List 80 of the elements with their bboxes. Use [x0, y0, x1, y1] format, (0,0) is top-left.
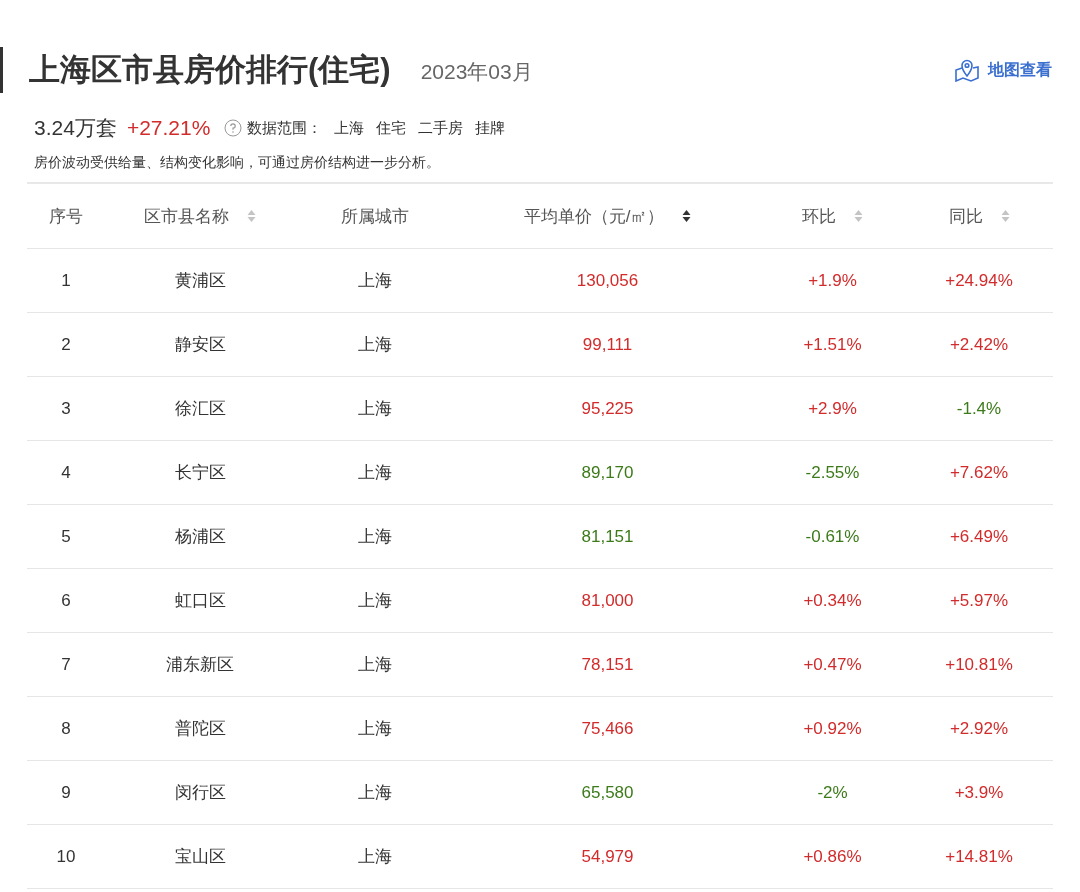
price-cell: 89,170 [581, 462, 634, 483]
help-icon[interactable] [224, 119, 243, 137]
city-cell-text: 上海 [358, 782, 392, 804]
mom-cell: -2% [817, 782, 848, 803]
sort-icon[interactable] [682, 209, 692, 223]
mom-cell: -2.55% [805, 462, 860, 483]
rank-cell: 3 [61, 398, 71, 419]
yoy-cell: +2.42% [949, 334, 1009, 355]
column-header: 序号 [49, 205, 83, 228]
scope-label: 数据范围： [247, 118, 323, 138]
district-cell-text: 宝山区 [174, 846, 226, 868]
city-cell-text: 上海 [358, 462, 392, 484]
district-cell-text: 长宁区 [174, 462, 226, 484]
city-cell-text: 上海 [358, 398, 392, 420]
city-cell-text: 上海 [358, 526, 392, 548]
price-cell: 130,056 [576, 270, 639, 291]
mom-cell: +0.34% [803, 590, 862, 611]
mom-cell: +2.9% [808, 398, 857, 419]
district-cell-text: 杨浦区 [174, 526, 226, 548]
rank-cell: 4 [61, 462, 71, 483]
district-cell-text: 虹口区 [174, 590, 226, 612]
yoy-cell: +5.97% [949, 590, 1009, 611]
city-cell-text: 上海 [358, 846, 392, 868]
mom-cell: -0.61% [805, 526, 860, 547]
column-header[interactable]: 平均单价（元/㎡） [523, 204, 692, 228]
mom-cell: +1.51% [803, 334, 862, 355]
yoy-cell: +10.81% [945, 654, 1013, 675]
listing-count: 3.24万套 [34, 115, 117, 141]
rank-cell: 2 [61, 334, 71, 355]
column-header: 所属城市 [341, 205, 409, 228]
scope-tag: 上海 [334, 118, 365, 138]
mom-cell: +0.47% [803, 654, 862, 675]
price-cell: 99,111 [582, 334, 633, 355]
city-cell-text: 上海 [358, 590, 392, 612]
yoy-cell: +24.94% [945, 270, 1013, 291]
price-cell: 81,151 [581, 526, 634, 547]
column-header[interactable]: 区市县名称 [144, 204, 256, 228]
yoy-cell: +6.49% [949, 526, 1009, 547]
rank-cell: 5 [61, 526, 71, 547]
price-cell: 81,000 [581, 590, 634, 611]
rank-cell: 7 [61, 654, 71, 675]
scope-tag: 挂牌 [475, 118, 506, 138]
yoy-cell: +14.81% [945, 846, 1013, 867]
price-cell: 65,580 [581, 782, 634, 803]
district-cell-text: 徐汇区 [174, 398, 226, 420]
city-cell-text: 上海 [358, 718, 392, 740]
yoy-cell: +3.9% [954, 782, 1004, 803]
scope-tag: 住宅 [376, 118, 407, 138]
mom-cell: +0.86% [803, 846, 862, 867]
district-cell-text: 普陀区 [174, 718, 226, 740]
district-cell-text: 闵行区 [174, 782, 226, 804]
scope-tag: 二手房 [418, 118, 464, 138]
date-label: 2023年03月 [420, 59, 533, 85]
price-cell: 78,151 [581, 654, 634, 675]
change-percent: +27.21% [126, 116, 211, 140]
column-header[interactable]: 同比 [948, 204, 1010, 228]
note-text: 房价波动受供给量、结构变化影响，可通过房价结构进一步分析。 [33, 154, 441, 172]
price-cell: 54,979 [581, 846, 634, 867]
district-cell-text: 浦东新区 [166, 654, 234, 676]
map-pin-icon [954, 58, 980, 82]
yoy-cell: +2.92% [949, 718, 1009, 739]
mom-cell: +1.9% [808, 270, 857, 291]
rank-cell: 9 [61, 782, 71, 803]
city-cell-text: 上海 [358, 334, 392, 356]
yoy-cell: -1.4% [956, 398, 1002, 419]
city-cell-text: 上海 [358, 270, 392, 292]
page-title: 上海区市县房价排行(住宅) [29, 51, 391, 89]
rank-cell: 10 [56, 846, 76, 867]
column-header[interactable]: 环比 [802, 204, 863, 228]
city-cell-text: 上海 [358, 654, 392, 676]
price-cell: 95,225 [581, 398, 634, 419]
mom-cell: +0.92% [803, 718, 862, 739]
rank-cell: 6 [61, 590, 71, 611]
map-view-link[interactable]: 地图查看 [954, 58, 1052, 82]
rank-cell: 1 [61, 270, 71, 291]
district-cell-text: 黄浦区 [174, 270, 226, 292]
yoy-cell: +7.62% [949, 462, 1009, 483]
price-cell: 75,466 [581, 718, 634, 739]
district-cell-text: 静安区 [174, 334, 226, 356]
rank-cell: 8 [61, 718, 71, 739]
